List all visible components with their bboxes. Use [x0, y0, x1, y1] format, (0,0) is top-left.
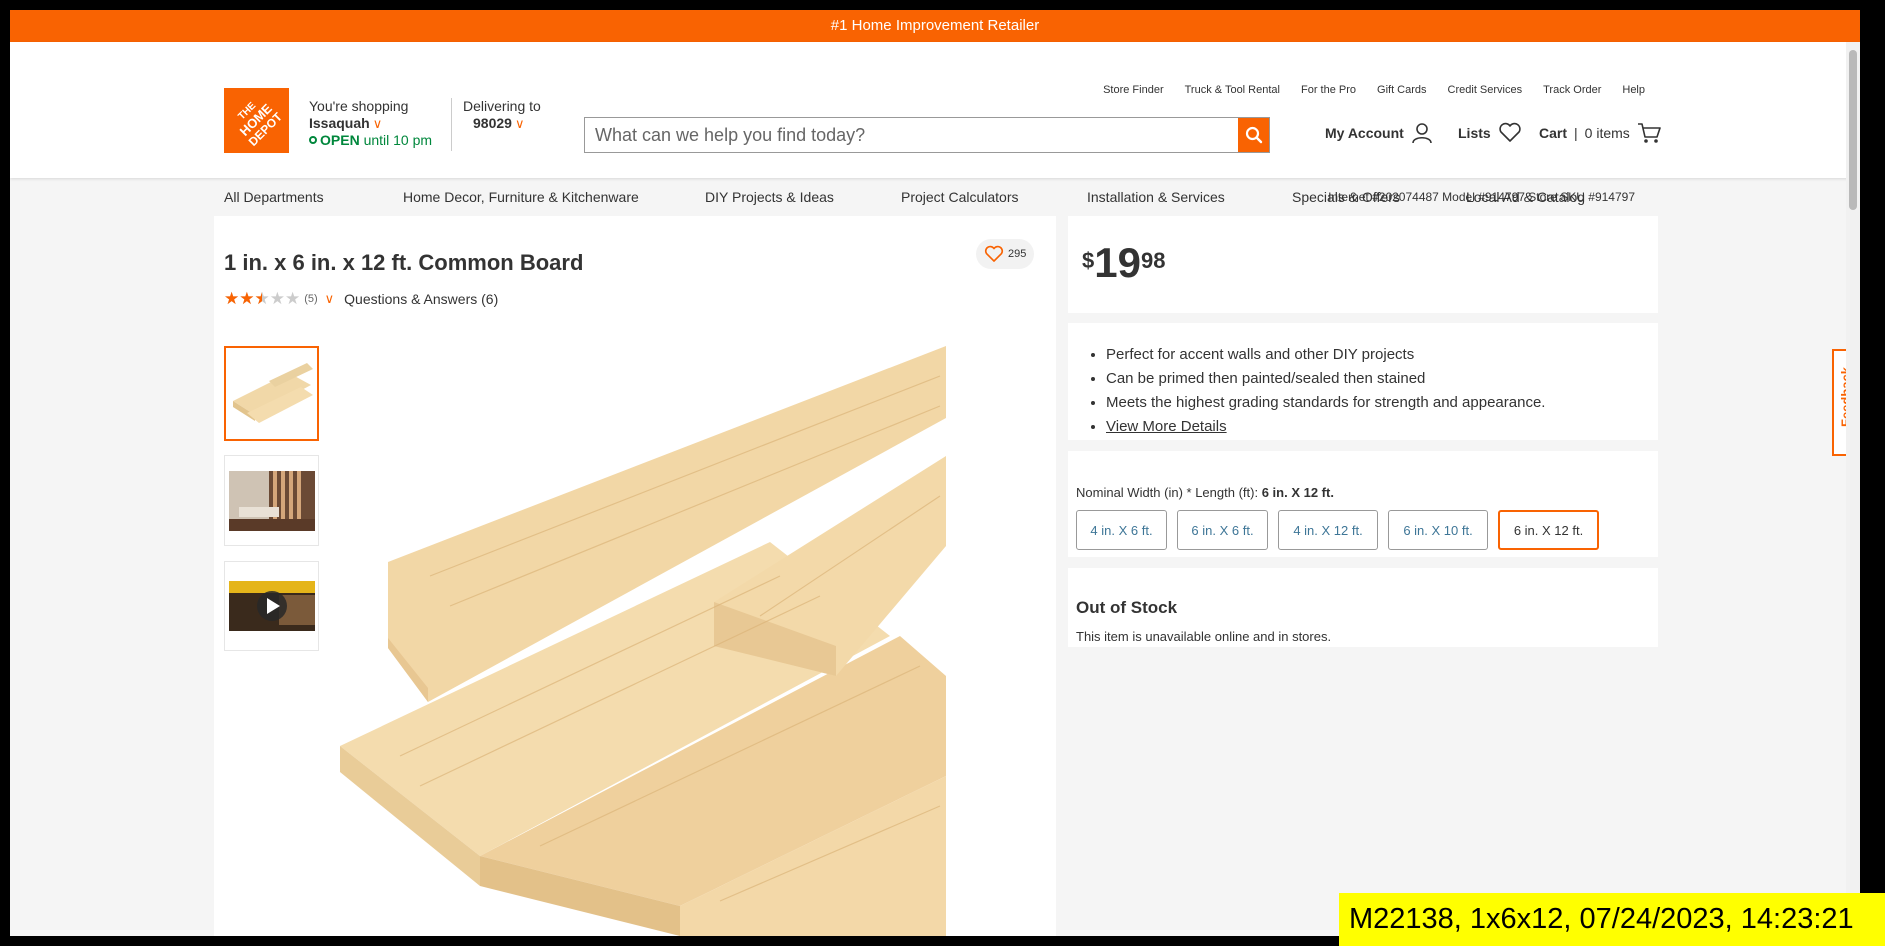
- room-thumbnail-image: [228, 470, 315, 531]
- search-icon: [1245, 126, 1262, 144]
- lists-button[interactable]: Lists: [1458, 122, 1522, 143]
- nav-home-decor[interactable]: Home Decor, Furniture & Kitchenware: [403, 189, 639, 205]
- delivery-zip: 98029: [473, 115, 512, 131]
- highlight-item: Meets the highest grading standards for …: [1106, 391, 1545, 415]
- price-whole: 19: [1094, 239, 1141, 286]
- my-account-button[interactable]: My Account: [1325, 122, 1433, 144]
- questions-answers-link[interactable]: Questions & Answers (6): [344, 291, 498, 307]
- promo-text: #1 Home Improvement Retailer: [830, 17, 1040, 34]
- option-6x6[interactable]: 6 in. X 6 ft.: [1177, 510, 1268, 550]
- utility-link-for-the-pro[interactable]: For the Pro: [1301, 84, 1356, 96]
- board-thumbnail-image: [228, 350, 315, 437]
- browser-viewport: #1 Home Improvement Retailer THE HOME DE…: [10, 10, 1860, 936]
- search-input[interactable]: [585, 118, 1238, 152]
- price-currency: $: [1082, 248, 1095, 273]
- store-name: Issaquah: [309, 115, 370, 131]
- option-label: Nominal Width (in) * Length (ft): 6 in. …: [1076, 485, 1334, 500]
- product-rating[interactable]: ★★★★★★★★★★ (5) ∨ Questions & Answers (6): [224, 289, 498, 309]
- utility-link-gift-cards[interactable]: Gift Cards: [1377, 84, 1427, 96]
- option-4x6[interactable]: 4 in. X 6 ft.: [1076, 510, 1167, 550]
- store-label: You're shopping: [309, 98, 409, 114]
- thumbnail-room[interactable]: [224, 455, 319, 546]
- cart-button[interactable]: Cart | 0 items: [1539, 122, 1661, 144]
- my-account-label: My Account: [1325, 125, 1404, 141]
- header-divider: [451, 98, 452, 151]
- cart-label: Cart: [1539, 125, 1568, 141]
- rating-stars: ★★★★★★★★★★: [224, 289, 301, 308]
- option-6x12[interactable]: 6 in. X 12 ft.: [1498, 510, 1599, 550]
- home-depot-logo[interactable]: THE HOME DEPOT: [224, 88, 289, 153]
- capture-stamp: M22138, 1x6x12, 07/24/2023, 14:23:21: [1339, 893, 1885, 946]
- view-more-details-link[interactable]: View More Details: [1106, 418, 1227, 435]
- heart-icon: [1499, 122, 1521, 142]
- user-icon: [1412, 123, 1432, 144]
- promo-banner[interactable]: #1 Home Improvement Retailer: [10, 10, 1860, 42]
- scrollbar-thumb[interactable]: [1849, 50, 1857, 210]
- highlight-item: View More Details: [1106, 415, 1545, 439]
- thumbnail-boards[interactable]: [224, 346, 319, 441]
- nav-diy-projects[interactable]: DIY Projects & Ideas: [705, 189, 834, 205]
- utility-link-help[interactable]: Help: [1622, 84, 1645, 96]
- utility-link-credit-services[interactable]: Credit Services: [1448, 84, 1523, 96]
- product-main-image[interactable]: [340, 346, 946, 936]
- utility-links: Store Finder Truck & Tool Rental For the…: [1103, 84, 1645, 96]
- stock-status-title: Out of Stock: [1076, 598, 1178, 617]
- lists-label: Lists: [1458, 124, 1491, 141]
- chevron-down-icon: ∨: [372, 116, 383, 131]
- utility-link-track-order[interactable]: Track Order: [1543, 84, 1601, 96]
- store-status: OPEN: [320, 132, 360, 148]
- stock-status-text: This item is unavailable online and in s…: [1076, 629, 1332, 644]
- highlight-item: Can be primed then painted/sealed then s…: [1106, 367, 1545, 391]
- nav-all-departments[interactable]: All Departments: [224, 189, 324, 205]
- heart-icon: [984, 245, 1004, 262]
- favorite-button[interactable]: 295: [976, 239, 1035, 269]
- delivery-zip-selector[interactable]: Delivering to 98029 ∨: [463, 98, 541, 132]
- site-header: THE HOME DEPOT You're shopping Issaquah ∨…: [10, 42, 1860, 205]
- highlight-item: Perfect for accent walls and other DIY p…: [1106, 343, 1545, 367]
- product-title: 1 in. x 6 in. x 12 ft. Common Board: [224, 250, 584, 275]
- nav-project-calculators[interactable]: Project Calculators: [901, 189, 1019, 205]
- utility-link-truck-tool-rental[interactable]: Truck & Tool Rental: [1185, 84, 1280, 96]
- cart-count: 0 items: [1584, 125, 1630, 141]
- search-button[interactable]: [1238, 118, 1269, 152]
- option-4x12[interactable]: 4 in. X 12 ft.: [1278, 510, 1378, 550]
- store-selector[interactable]: You're shopping Issaquah ∨ OPEN until 10 …: [309, 98, 432, 149]
- favorite-count: 295: [1008, 248, 1027, 260]
- page-scrollbar[interactable]: [1846, 42, 1860, 936]
- option-6x10[interactable]: 6 in. X 10 ft.: [1388, 510, 1488, 550]
- search-bar: [584, 117, 1270, 153]
- review-count: (5): [304, 293, 318, 305]
- delivery-label: Delivering to: [463, 98, 541, 114]
- product-identifiers: Internet #202074487 Model #914797 Store …: [1328, 190, 1635, 204]
- thumbnail-video[interactable]: [224, 561, 319, 651]
- open-status-icon: [309, 136, 317, 144]
- product-highlights: Perfect for accent walls and other DIY p…: [1092, 343, 1545, 439]
- product-price: $ 19 98: [1082, 240, 1165, 286]
- nav-installation-services[interactable]: Installation & Services: [1087, 189, 1225, 205]
- cart-separator: |: [1574, 125, 1578, 141]
- price-fraction: 98: [1140, 248, 1166, 273]
- chevron-down-icon: ∨: [514, 116, 525, 131]
- option-selected-value: 6 in. X 12 ft.: [1261, 485, 1334, 500]
- store-hours: until 10 pm: [363, 132, 433, 148]
- video-thumbnail-image: [228, 581, 315, 631]
- cart-icon: [1637, 123, 1661, 143]
- utility-link-store-finder[interactable]: Store Finder: [1103, 84, 1164, 96]
- chevron-down-icon: ∨: [324, 291, 335, 306]
